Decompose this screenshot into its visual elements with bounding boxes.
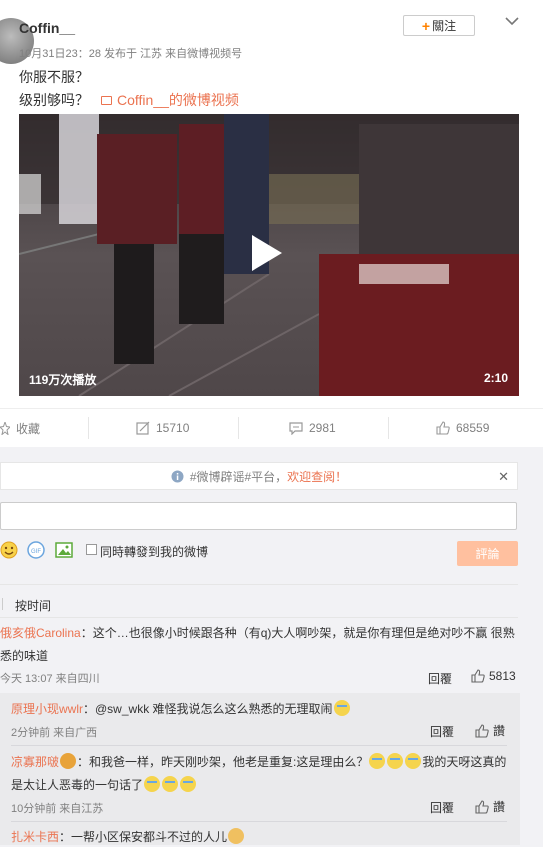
info-icon <box>171 470 184 482</box>
comment-text-cont: 悉的味道 <box>0 649 49 663</box>
repost-count: 15710 <box>156 421 190 435</box>
reply-text-cont: 是太让人恶毒的一句话了 <box>11 774 197 796</box>
post-text-line1: 你服不服？ <box>19 69 89 85</box>
reply-text: 我的天呀这真的 <box>422 755 507 769</box>
sort-by-time[interactable]: 按时间 <box>15 597 51 614</box>
reply-button[interactable]: 回覆 <box>428 670 452 687</box>
comment-username[interactable]: 俄亥俄Carolina <box>0 626 81 640</box>
notice-text: #微博辟谣#平台， <box>189 469 288 484</box>
divider <box>11 745 507 746</box>
thumbs-up-icon <box>475 799 489 814</box>
sweat-emoji-icon <box>405 753 422 769</box>
emoji-icon[interactable] <box>0 541 18 559</box>
reply-item: 凉寡那啵 ：和我爸一样，昨天刚吵架，他老是重复:这是理由么？ 我的天呀这真的 <box>11 751 516 773</box>
reply-username[interactable]: 扎米卡西 <box>11 830 59 844</box>
reply-item: 原理小现wwlr：@sw_wkk 难怪我说怎么这么熟悉的无理取闹 <box>11 698 351 720</box>
chevron-down-icon[interactable] <box>503 12 521 30</box>
divider <box>88 417 89 439</box>
comment-like-count: 5813 <box>489 669 516 683</box>
reply-text: ：@sw_wkk 难怪我说怎么这么熟悉的无理取闹 <box>83 702 333 716</box>
reply-like-label: 讚 <box>493 724 506 738</box>
post-meta: 10月31日23：28 发布于 江苏 来自微博视频号 <box>19 48 243 60</box>
image-icon[interactable] <box>55 541 73 559</box>
like-button[interactable]: 68559 <box>436 409 489 447</box>
reply-text: ：一帮小区保安都斗不过的人儿 <box>59 830 228 844</box>
video-link-label: Coffin__的微博视频 <box>117 92 239 108</box>
action-bar: 收藏 15710 2981 68559 <box>0 408 543 448</box>
play-icon[interactable] <box>252 235 282 271</box>
reply-like-label: 讚 <box>493 800 506 814</box>
comment-time: 今天 13:07 来自四川 <box>0 673 100 685</box>
comment-like-button[interactable]: 5813 <box>471 669 516 683</box>
reply-button[interactable]: 回覆 <box>430 799 454 816</box>
sweat-emoji-icon <box>333 700 350 716</box>
video-player[interactable]: 119万次播放 2:10 <box>19 114 519 396</box>
sweat-emoji-icon <box>387 753 404 769</box>
divider <box>0 584 518 585</box>
reply-button[interactable]: 回覆 <box>430 723 454 740</box>
divider <box>388 417 389 439</box>
comment-icon <box>289 421 303 435</box>
reply-text: 是太让人恶毒的一句话了 <box>11 778 144 792</box>
reply-like-button[interactable]: 讚 <box>475 722 505 739</box>
svg-text:GIF: GIF <box>31 549 41 555</box>
post-card: Coffin__ 10月31日23：28 发布于 江苏 来自微博视频号 + 關注… <box>0 0 543 404</box>
reply-username[interactable]: 原理小现wwlr <box>11 702 83 716</box>
follow-label: 關注 <box>432 19 457 33</box>
close-icon[interactable]: ✕ <box>498 469 509 485</box>
thumbs-up-icon <box>436 421 450 435</box>
submit-comment-button[interactable]: 評論 <box>457 541 518 566</box>
divider <box>0 617 518 618</box>
comment-button[interactable]: 2981 <box>289 409 336 447</box>
notice-link[interactable]: 欢迎查阅！ <box>287 468 347 485</box>
video-icon <box>101 95 112 105</box>
collect-label: 收藏 <box>16 421 41 436</box>
post-username[interactable]: Coffin__ <box>19 20 75 36</box>
reply-like-button[interactable]: 讚 <box>475 798 505 815</box>
video-play-count: 119万次播放 <box>29 373 97 387</box>
video-duration: 2:10 <box>484 371 509 385</box>
sweat-emoji-icon <box>144 776 161 792</box>
follow-button[interactable]: + 關注 <box>403 15 475 36</box>
badge-icon <box>60 753 77 769</box>
sync-label: 同時轉發到我的微博 <box>100 545 209 559</box>
divider <box>238 417 239 439</box>
reply-time: 10分钟前 来自江苏 <box>11 803 104 815</box>
post-text-line2: 级别够吗？ <box>19 92 89 108</box>
comment-count: 2981 <box>309 421 336 435</box>
gif-icon[interactable]: GIF <box>27 541 45 559</box>
reply-time: 2分钟前 来自广西 <box>11 727 98 739</box>
star-icon <box>0 421 10 435</box>
collect-button[interactable]: 收藏 <box>0 409 40 447</box>
sync-checkbox[interactable] <box>86 544 97 555</box>
comment-text: ：这个…也很像小时候跟各种（有q)大人啊吵架，就是你有理但是绝对吵不赢 很熟 <box>80 626 515 640</box>
dog-emoji-icon <box>228 828 245 844</box>
sweat-emoji-icon <box>162 776 179 792</box>
repost-icon <box>136 421 150 435</box>
reply-text: ：和我爸一样，昨天刚吵架，他老是重复:这是理由么？ <box>77 755 369 769</box>
rumor-notice: #微博辟谣#平台， 欢迎查阅！ ✕ <box>0 462 518 490</box>
repost-button[interactable]: 15710 <box>136 409 189 447</box>
sweat-emoji-icon <box>180 776 197 792</box>
plus-icon: + <box>421 17 431 34</box>
reply-username[interactable]: 凉寡那啵 <box>11 755 59 769</box>
comment-item: 俄亥俄Carolina：这个…也很像小时候跟各种（有q)大人啊吵架，就是你有理但… <box>0 622 520 644</box>
video-link[interactable]: Coffin__的微博视频 <box>101 90 239 110</box>
divider <box>11 821 507 822</box>
like-count: 68559 <box>456 421 490 435</box>
thumbs-up-icon <box>475 723 489 738</box>
comment-input[interactable] <box>0 502 517 530</box>
sort-separator <box>2 598 3 610</box>
sweat-emoji-icon <box>369 753 386 769</box>
thumbs-up-icon <box>471 669 485 683</box>
